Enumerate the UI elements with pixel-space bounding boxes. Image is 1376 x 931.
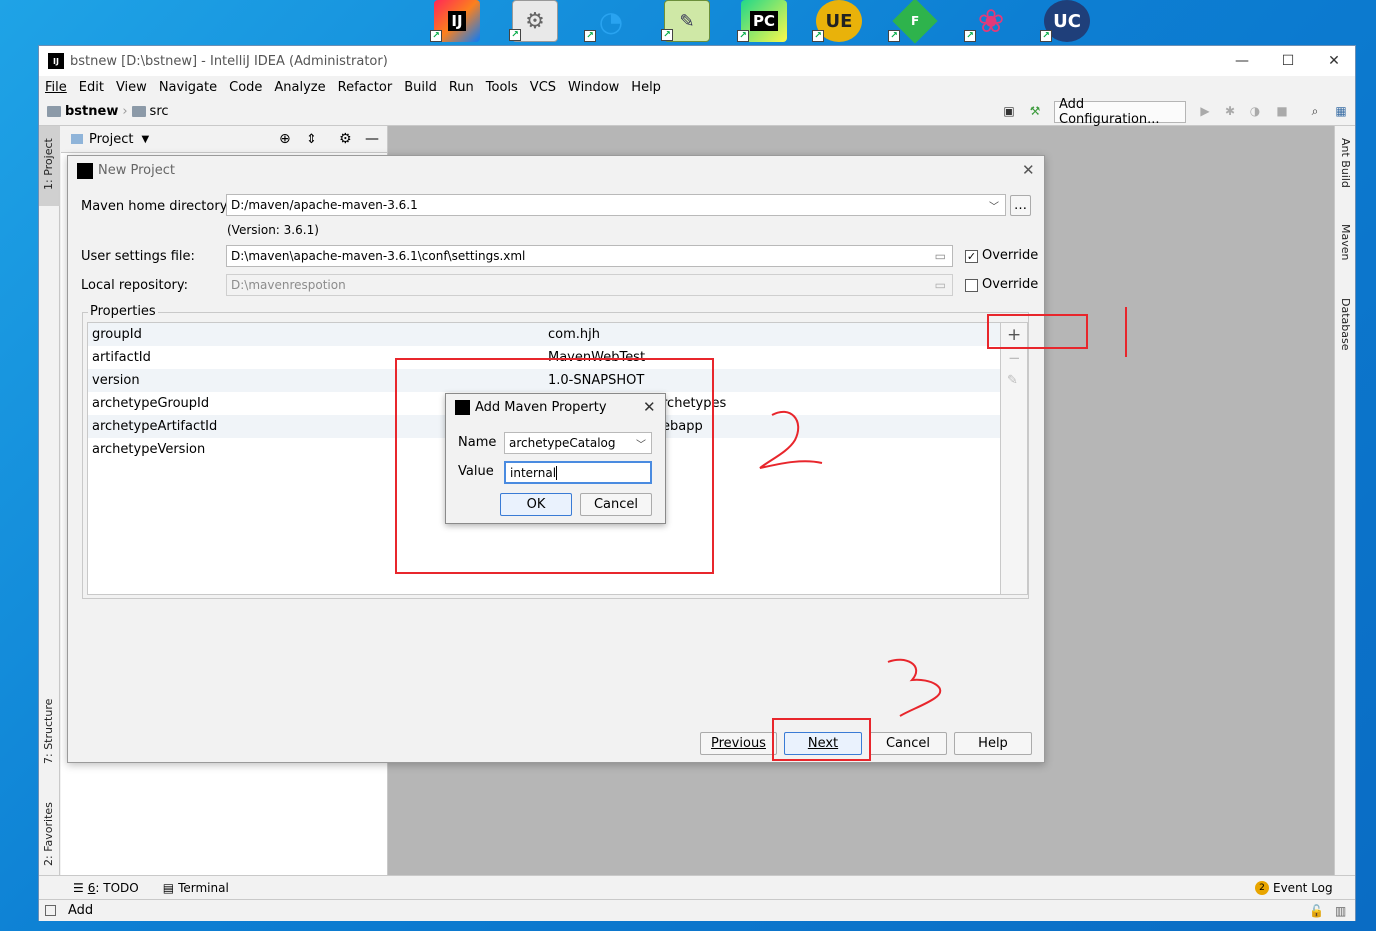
annotation-scribbles — [759, 307, 1127, 717]
